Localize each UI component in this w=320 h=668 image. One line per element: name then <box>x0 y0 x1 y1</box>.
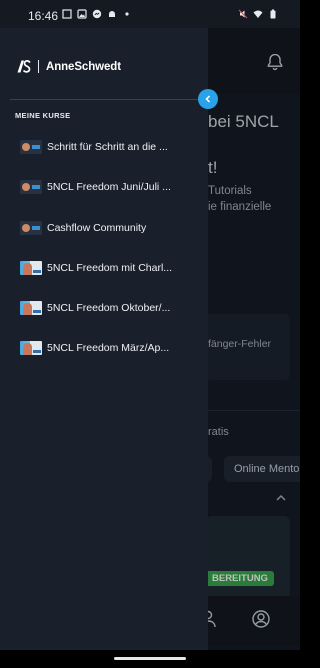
brand-name: AnneSchwedt <box>46 60 121 73</box>
course-item[interactable]: Cashflow Community <box>0 210 208 246</box>
gesture-bar <box>0 650 300 668</box>
window-icon <box>62 9 72 19</box>
status-bar: 16:46 <box>0 0 300 28</box>
section-label-my-courses: MEINE KURSE <box>15 111 71 120</box>
course-item[interactable]: 5NCL Freedom Oktober/... <box>0 290 208 326</box>
battery-icon <box>270 9 276 19</box>
course-item-label: 5NCL Freedom Juni/Juli ... <box>47 181 171 193</box>
course-item-label: Schritt für Schritt an die ... <box>47 141 168 153</box>
course-thumbnail <box>20 341 42 355</box>
drawer-divider <box>10 99 208 100</box>
brand-separator <box>38 60 39 73</box>
navigation-drawer: AnneSchwedt MEINE KURSE Schritt für Schr… <box>0 28 208 650</box>
wifi-icon <box>253 10 263 18</box>
course-item[interactable]: 5NCL Freedom März/Ap... <box>0 330 208 366</box>
course-item-label: 5NCL Freedom mit Charl... <box>47 262 173 274</box>
collapse-drawer-button[interactable] <box>198 89 218 109</box>
course-thumbnail <box>20 221 42 235</box>
gallery-icon <box>77 9 87 19</box>
course-item-label: Cashflow Community <box>47 222 147 234</box>
course-item-label: 5NCL Freedom Oktober/... <box>47 302 171 314</box>
course-item[interactable]: Schritt für Schritt an die ... <box>0 129 208 165</box>
home-indicator[interactable] <box>114 657 186 660</box>
course-item[interactable]: 5NCL Freedom mit Charl... <box>0 250 208 286</box>
status-icons-left <box>62 9 132 19</box>
mute-icon <box>238 9 248 19</box>
status-icons-right <box>238 9 278 19</box>
dot-icon <box>125 12 129 16</box>
chevron-left-icon <box>205 95 211 103</box>
course-thumbnail <box>20 140 42 154</box>
messenger-icon <box>92 9 102 19</box>
course-thumbnail <box>20 261 42 275</box>
status-time: 16:46 <box>28 9 59 23</box>
course-item[interactable]: 5NCL Freedom Juni/Juli ... <box>0 169 208 205</box>
android-icon <box>109 11 115 17</box>
logo-mark-icon <box>17 60 31 73</box>
course-thumbnail <box>20 180 42 194</box>
course-thumbnail <box>20 301 42 315</box>
brand-logo[interactable]: AnneSchwedt <box>17 60 121 73</box>
course-item-label: 5NCL Freedom März/Ap... <box>47 342 170 354</box>
